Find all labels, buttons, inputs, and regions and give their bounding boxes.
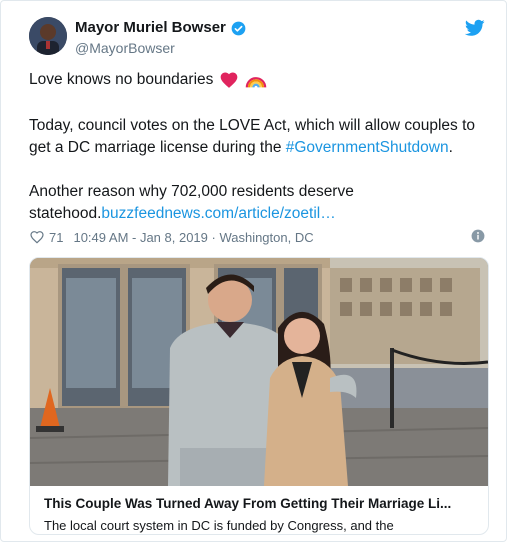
hashtag-link[interactable]: #GovernmentShutdown [286, 139, 449, 156]
tweet-paragraph-3: Another reason why 702,000 residents des… [29, 181, 485, 225]
author-name[interactable]: Mayor Muriel Bowser [75, 19, 226, 37]
red-heart-emoji [219, 70, 239, 90]
tweet-timestamp[interactable]: 10:49 AM - Jan 8, 2019 · Washington, DC [73, 230, 313, 245]
rainbow-emoji [245, 70, 267, 90]
tweet-line1-text: Love knows no boundaries [29, 71, 214, 88]
card-description[interactable]: The local court system in DC is funded b… [44, 518, 394, 533]
verified-badge-icon [231, 21, 246, 36]
like-count[interactable]: 71 [49, 230, 63, 245]
author-block[interactable]: Mayor Muriel Bowser @MayorBowser [75, 19, 246, 57]
tweet-line1: Love knows no boundaries [29, 69, 267, 91]
tweet-header: Mayor Muriel Bowser @MayorBowser [29, 17, 489, 59]
twitter-bird-icon[interactable] [464, 19, 485, 37]
tweet-embed: Mayor Muriel Bowser @MayorBowser Love kn… [0, 0, 507, 542]
author-handle[interactable]: @MayorBowser [75, 39, 246, 57]
heart-icon[interactable] [29, 229, 45, 245]
link-card[interactable]: This Couple Was Turned Away From Getting… [29, 257, 489, 535]
avatar[interactable] [29, 17, 67, 55]
tweet-meta: 71 10:49 AM - Jan 8, 2019 · Washington, … [29, 227, 485, 247]
article-link[interactable]: buzzfeednews.com/article/zoetil… [101, 205, 335, 222]
author-name-row[interactable]: Mayor Muriel Bowser [75, 19, 246, 37]
info-icon[interactable] [471, 229, 485, 243]
tweet-paragraph-2: Today, council votes on the LOVE Act, wh… [29, 115, 485, 159]
card-title[interactable]: This Couple Was Turned Away From Getting… [44, 496, 451, 511]
para2-end: . [448, 139, 453, 156]
card-photo[interactable] [30, 258, 488, 486]
